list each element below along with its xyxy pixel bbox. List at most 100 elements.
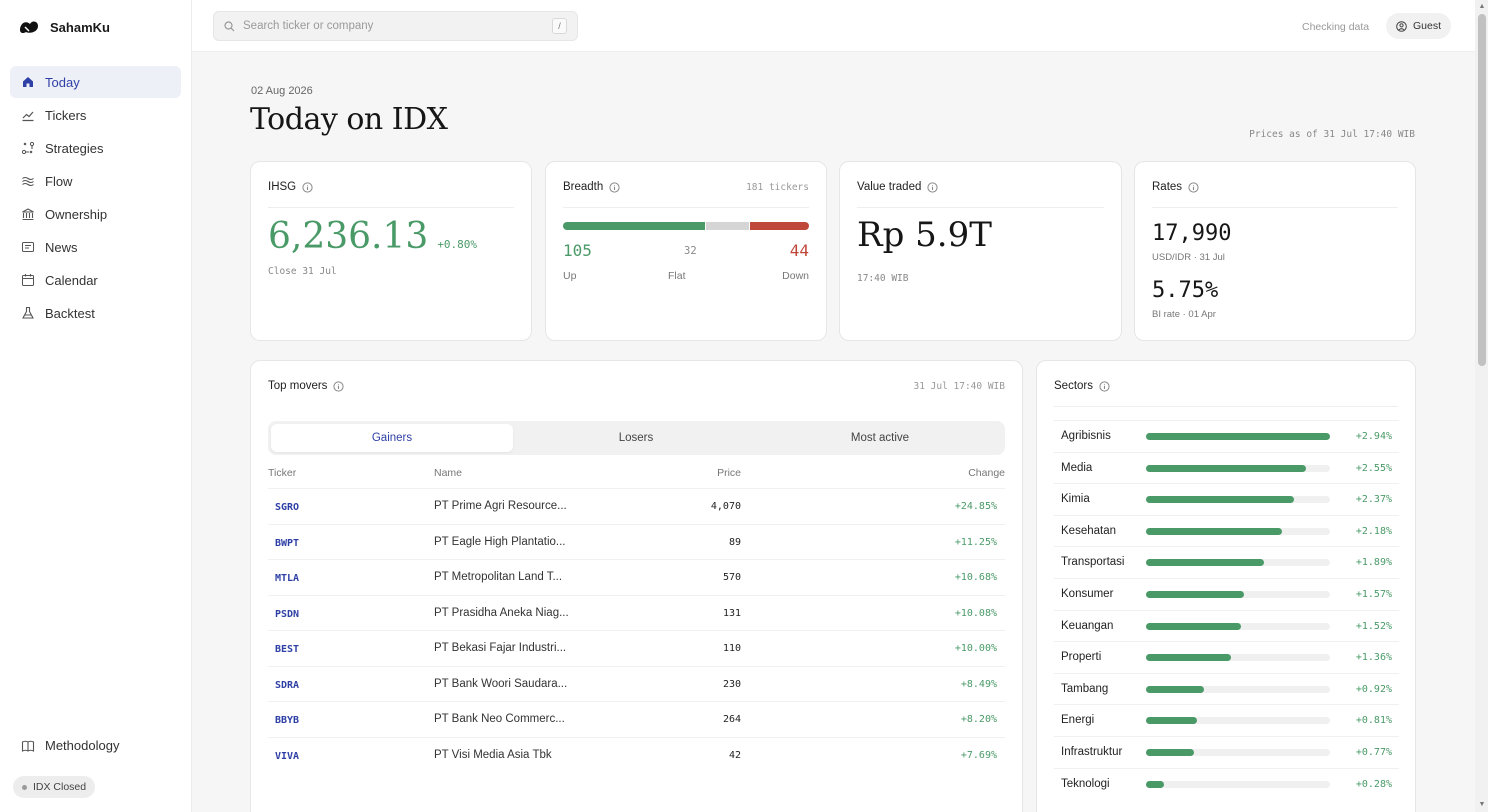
ticker-link[interactable]: BBYB	[275, 715, 299, 726]
brand[interactable]: SahamKu	[18, 18, 110, 36]
search-box[interactable]: /	[213, 11, 578, 41]
table-row[interactable]: BEST PT Bekasi Fajar Industri... 110 +10…	[268, 630, 1005, 666]
table-row[interactable]: SDRA PT Bank Woori Saudara... 230 +8.49%	[268, 665, 1005, 702]
breadth-down-count: 44	[789, 241, 809, 260]
card-header: Rates	[1152, 181, 1398, 193]
change: +8.20%	[960, 714, 997, 725]
user-button[interactable]: Guest	[1386, 13, 1452, 39]
book-icon	[21, 740, 35, 752]
table-row[interactable]: BWPT PT Eagle High Plantatio... 89 +11.2…	[268, 523, 1005, 560]
search-input[interactable]	[243, 20, 543, 32]
sector-row[interactable]: Kesehatan +2.18%	[1054, 514, 1399, 547]
info-icon[interactable]	[333, 380, 345, 392]
table-row[interactable]: MTLA PT Metropolitan Land T... 570 +10.6…	[268, 559, 1005, 595]
scroll-down-icon[interactable]: ▼	[1478, 801, 1486, 809]
sector-row[interactable]: Infrastruktur +0.77%	[1054, 736, 1399, 768]
card-title: Sectors	[1054, 380, 1093, 392]
divider	[1054, 406, 1398, 407]
sectors-card: Sectors Agribisnis +2.94% Media +2.55% Kimia…	[1036, 360, 1416, 812]
sector-row[interactable]: Properti +1.36%	[1054, 641, 1399, 673]
sector-row[interactable]: Keuangan +1.52%	[1054, 609, 1399, 642]
ticker-link[interactable]: BWPT	[275, 538, 299, 549]
sector-row[interactable]: Tambang +0.92%	[1054, 672, 1399, 705]
ticker-link[interactable]: BEST	[275, 644, 299, 655]
sidebar-item-label: Tickers	[45, 107, 87, 123]
sidebar-item-backtest[interactable]: Backtest	[10, 297, 181, 329]
price: 110	[722, 643, 741, 654]
scroll-up-icon[interactable]: ▲	[1478, 3, 1486, 11]
newspaper-icon	[22, 242, 34, 252]
usd-idr-label: USD/IDR · 31 Jul	[1152, 252, 1225, 263]
sector-change: +0.28%	[1355, 778, 1392, 790]
ticker-link[interactable]: SDRA	[275, 680, 299, 691]
value-traded-amount: Rp 5.9T	[857, 215, 992, 255]
divider	[857, 207, 1104, 208]
sidebar-item-calendar[interactable]: Calendar	[10, 264, 181, 296]
sector-change: +1.57%	[1355, 589, 1392, 600]
market-status-label: IDX Closed	[33, 781, 87, 793]
column-header-price[interactable]: Price	[717, 467, 741, 479]
sector-name: Teknologi	[1061, 777, 1110, 790]
info-icon[interactable]	[927, 181, 938, 193]
ticker-link[interactable]: MTLA	[275, 573, 299, 584]
info-icon[interactable]	[1099, 380, 1110, 392]
sector-name: Keuangan	[1061, 619, 1114, 632]
sidebar-item-today[interactable]: Today	[10, 66, 181, 98]
sector-bar	[1146, 622, 1242, 630]
ticker-count: 181 tickers	[746, 182, 809, 193]
sector-name: Transportasi	[1061, 556, 1125, 569]
tab-losers[interactable]: Losers	[515, 424, 757, 452]
change: +10.68%	[954, 572, 997, 583]
sidebar-item-ownership[interactable]: Ownership	[10, 198, 181, 230]
sector-row[interactable]: Kimia +2.37%	[1054, 483, 1399, 515]
sector-bar-track	[1146, 527, 1330, 535]
info-icon[interactable]	[302, 181, 313, 193]
column-header-ticker[interactable]: Ticker	[268, 467, 296, 479]
sector-change: +1.52%	[1355, 620, 1392, 632]
sidebar-item-label: Flow	[45, 173, 73, 189]
sidebar-item-strategies[interactable]: Strategies	[10, 132, 181, 164]
column-header-change[interactable]: Change	[968, 467, 1005, 479]
sector-change: +0.92%	[1355, 683, 1392, 695]
table-row[interactable]: PSDN PT Prasidha Aneka Niag... 131 +10.0…	[268, 594, 1005, 631]
change: +10.08%	[954, 607, 997, 619]
calendar-icon	[22, 274, 34, 286]
bi-rate: 5.75%	[1152, 278, 1219, 303]
sector-bar-track	[1146, 717, 1330, 725]
card-header: Value traded	[857, 181, 1104, 193]
ticker-link[interactable]: SGRO	[275, 502, 299, 513]
sidebar-item-news[interactable]: News	[10, 231, 181, 263]
prices-as-of: Prices as of 31 Jul 17:40 WIB	[1249, 129, 1415, 140]
company-name: PT Bekasi Fajar Industri...	[434, 642, 567, 654]
sector-row[interactable]: Konsumer +1.57%	[1054, 578, 1399, 610]
table-row[interactable]: SGRO PT Prime Agri Resource... 4,070 +24…	[268, 488, 1005, 524]
sector-name: Infrastruktur	[1061, 746, 1123, 758]
card-header: Sectors	[1054, 380, 1398, 392]
scrollbar-thumb[interactable]	[1478, 14, 1486, 366]
info-icon[interactable]	[609, 181, 620, 193]
ihsg-value: 6,236.13	[268, 216, 429, 257]
sidebar-item-flow[interactable]: Flow	[10, 165, 181, 197]
tab-most-active[interactable]: Most active	[759, 424, 1001, 452]
ticker-link[interactable]: PSDN	[275, 609, 299, 620]
price: 230	[722, 678, 741, 690]
movers-timestamp: 31 Jul 17:40 WIB	[913, 381, 1005, 392]
table-row[interactable]: VIVA PT Visi Media Asia Tbk 42 +7.69%	[268, 736, 1005, 773]
sector-name: Properti	[1061, 651, 1102, 664]
sector-change: +2.18%	[1355, 525, 1392, 537]
sector-row[interactable]: Agribisnis +2.94%	[1054, 420, 1399, 452]
sidebar-item-label: Ownership	[45, 206, 108, 222]
ticker-link[interactable]: VIVA	[275, 751, 299, 762]
sector-row[interactable]: Transportasi +1.89%	[1054, 546, 1399, 578]
sidebar-item-methodology[interactable]: Methodology	[21, 738, 119, 753]
info-icon[interactable]	[1188, 181, 1199, 193]
sector-row[interactable]: Media +2.55%	[1054, 451, 1399, 484]
change: +7.69%	[960, 749, 997, 761]
tab-gainers[interactable]: Gainers	[271, 424, 513, 452]
column-header-name[interactable]: Name	[434, 467, 462, 479]
sector-row[interactable]: Teknologi +0.28%	[1054, 767, 1399, 800]
sidebar-item-label: Strategies	[45, 140, 104, 156]
sidebar-item-tickers[interactable]: Tickers	[10, 99, 181, 131]
sector-row[interactable]: Energi +0.81%	[1054, 704, 1399, 736]
table-row[interactable]: BBYB PT Bank Neo Commerc... 264 +8.20%	[268, 701, 1005, 737]
